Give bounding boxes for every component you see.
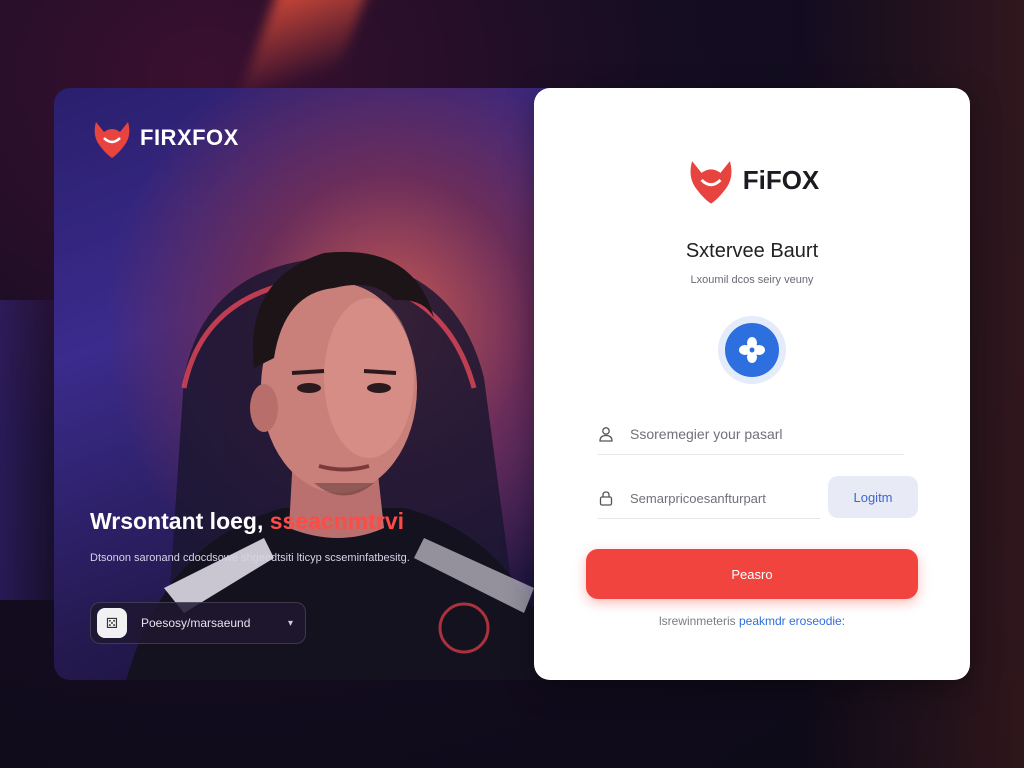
login-subtitle: Lxoumil dcos seiry veuny — [690, 274, 814, 286]
login-brand-name: FiFOX — [742, 164, 820, 195]
hero-selector[interactable]: ⚄ Poesosy/marsaeund ▾ — [90, 602, 306, 644]
chevron-down-icon: ▾ — [287, 617, 293, 629]
hero-brand-name: FIRXFOX — [140, 125, 239, 150]
footer-link[interactable]: peakmdr eroseodie: — [739, 614, 845, 628]
login-card: FiFOX Sxtervee Baurt Lxoumil dcos seiry … — [534, 88, 970, 680]
user-icon — [598, 425, 614, 443]
fox-logo-icon — [94, 122, 130, 158]
dice-icon: ⚄ — [97, 608, 127, 638]
footer-text: lsrewinmeteris — [658, 614, 736, 628]
password-input[interactable] — [628, 489, 820, 507]
hero-subtext: Dtsonon saronand cdocdsowe shgeedtsiti l… — [90, 552, 410, 564]
login-brand: FiFOX — [534, 154, 970, 206]
primary-submit-button[interactable]: Peasro — [586, 549, 918, 599]
clover-icon — [725, 323, 779, 377]
password-field — [598, 478, 820, 519]
username-field — [598, 414, 904, 455]
hero-brand: FIRXFOX — [90, 116, 239, 160]
hero-panel: FIRXFOX Wrsontant loeg, sseacnmtrvi Dtso… — [54, 88, 594, 680]
hero-headline-main: Wrsontant loeg, — [90, 508, 264, 534]
hero-headline: Wrsontant loeg, sseacnmtrvi — [90, 508, 404, 535]
hero-selector-label: Poesosy/marsaeund — [141, 616, 251, 630]
fox-logo-icon — [690, 161, 732, 204]
sso-button[interactable] — [718, 316, 786, 384]
background-light-streak — [238, 0, 372, 100]
username-input[interactable] — [628, 425, 904, 443]
lock-icon — [598, 489, 614, 507]
login-inline-button[interactable]: Logitm — [828, 476, 918, 518]
login-title: Sxtervee Baurt — [685, 240, 819, 262]
hero-headline-accent: sseacnmtrvi — [269, 508, 404, 534]
footer-line: lsrewinmeteris peakmdr eroseodie: — [534, 614, 970, 628]
